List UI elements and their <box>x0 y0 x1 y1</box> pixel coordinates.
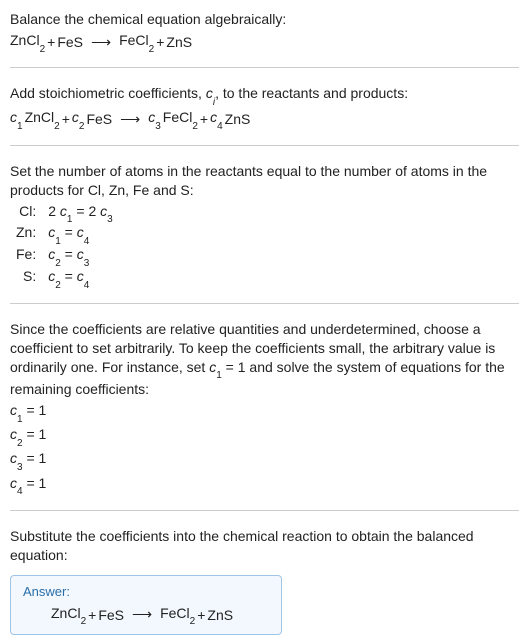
plus: + <box>88 607 96 623</box>
unbalanced-equation: ZnCl2 + FeS ⟶ FeCl2 + ZnS <box>10 31 519 53</box>
assign-row: c1 = 1 <box>10 401 519 423</box>
table-row: S: c2 = c4 <box>10 267 119 289</box>
coeff-equation: c1 ZnCl2 + c2 FeS ⟶ c3 FeCl2 + c4 ZnS <box>10 108 519 130</box>
assign-row: c4 = 1 <box>10 474 519 496</box>
c4: c4 <box>210 108 223 130</box>
arrow-icon: ⟶ <box>114 110 146 129</box>
arrow-icon: ⟶ <box>126 606 158 623</box>
c2: c2 <box>72 108 85 130</box>
c1: c1 <box>10 108 23 130</box>
product-1: FeCl2 <box>160 605 195 625</box>
reactant-1: ZnCl2 <box>25 108 60 130</box>
reactant-2: FeS <box>57 33 83 52</box>
plus: + <box>200 110 208 129</box>
plus: + <box>197 607 205 623</box>
balance-eq: 2 c1 = 2 c3 <box>42 202 118 224</box>
solve-text: Since the coefficients are relative quan… <box>10 320 519 399</box>
element-label: Fe: <box>10 245 42 267</box>
product-2: ZnS <box>207 607 233 623</box>
problem-title: Balance the chemical equation algebraica… <box>10 10 519 29</box>
arrow-icon: ⟶ <box>85 33 117 52</box>
c3: c3 <box>148 108 161 130</box>
product-2: ZnS <box>166 33 192 52</box>
product-2: ZnS <box>225 110 251 129</box>
atom-balance-text: Set the number of atoms in the reactants… <box>10 162 519 200</box>
plus: + <box>62 110 70 129</box>
product-1: FeCl2 <box>163 108 198 130</box>
section-atom-balance: Set the number of atoms in the reactants… <box>10 145 519 289</box>
plus: + <box>156 33 164 52</box>
reactant-2: FeS <box>98 607 124 623</box>
answer-label: Answer: <box>23 584 269 599</box>
balance-eq: c2 = c3 <box>42 245 118 267</box>
atom-balance-table: Cl: 2 c1 = 2 c3 Zn: c1 = c4 Fe: c2 = c3 … <box>10 202 119 289</box>
reactant-2: FeS <box>86 110 112 129</box>
section-solve: Since the coefficients are relative quan… <box>10 303 519 496</box>
substitute-text: Substitute the coefficients into the che… <box>10 527 519 565</box>
assign-row: c2 = 1 <box>10 425 519 447</box>
table-row: Zn: c1 = c4 <box>10 223 119 245</box>
product-1: FeCl2 <box>119 31 154 53</box>
assign-row: c3 = 1 <box>10 449 519 471</box>
section-problem: Balance the chemical equation algebraica… <box>10 10 519 53</box>
answer-box: Answer: ZnCl2 + FeS ⟶ FeCl2 + ZnS <box>10 575 282 636</box>
reactant-1: ZnCl2 <box>51 605 86 625</box>
element-label: Cl: <box>10 202 42 224</box>
element-label: S: <box>10 267 42 289</box>
section-coefficients: Add stoichiometric coefficients, ci, to … <box>10 67 519 131</box>
table-row: Fe: c2 = c3 <box>10 245 119 267</box>
plus: + <box>47 33 55 52</box>
balance-eq: c1 = c4 <box>42 223 118 245</box>
balanced-equation: ZnCl2 + FeS ⟶ FeCl2 + ZnS <box>23 605 269 625</box>
element-label: Zn: <box>10 223 42 245</box>
coeff-instruction: Add stoichiometric coefficients, ci, to … <box>10 84 519 106</box>
reactant-1: ZnCl2 <box>10 31 45 53</box>
balance-eq: c2 = c4 <box>42 267 118 289</box>
section-answer: Substitute the coefficients into the che… <box>10 510 519 636</box>
table-row: Cl: 2 c1 = 2 c3 <box>10 202 119 224</box>
